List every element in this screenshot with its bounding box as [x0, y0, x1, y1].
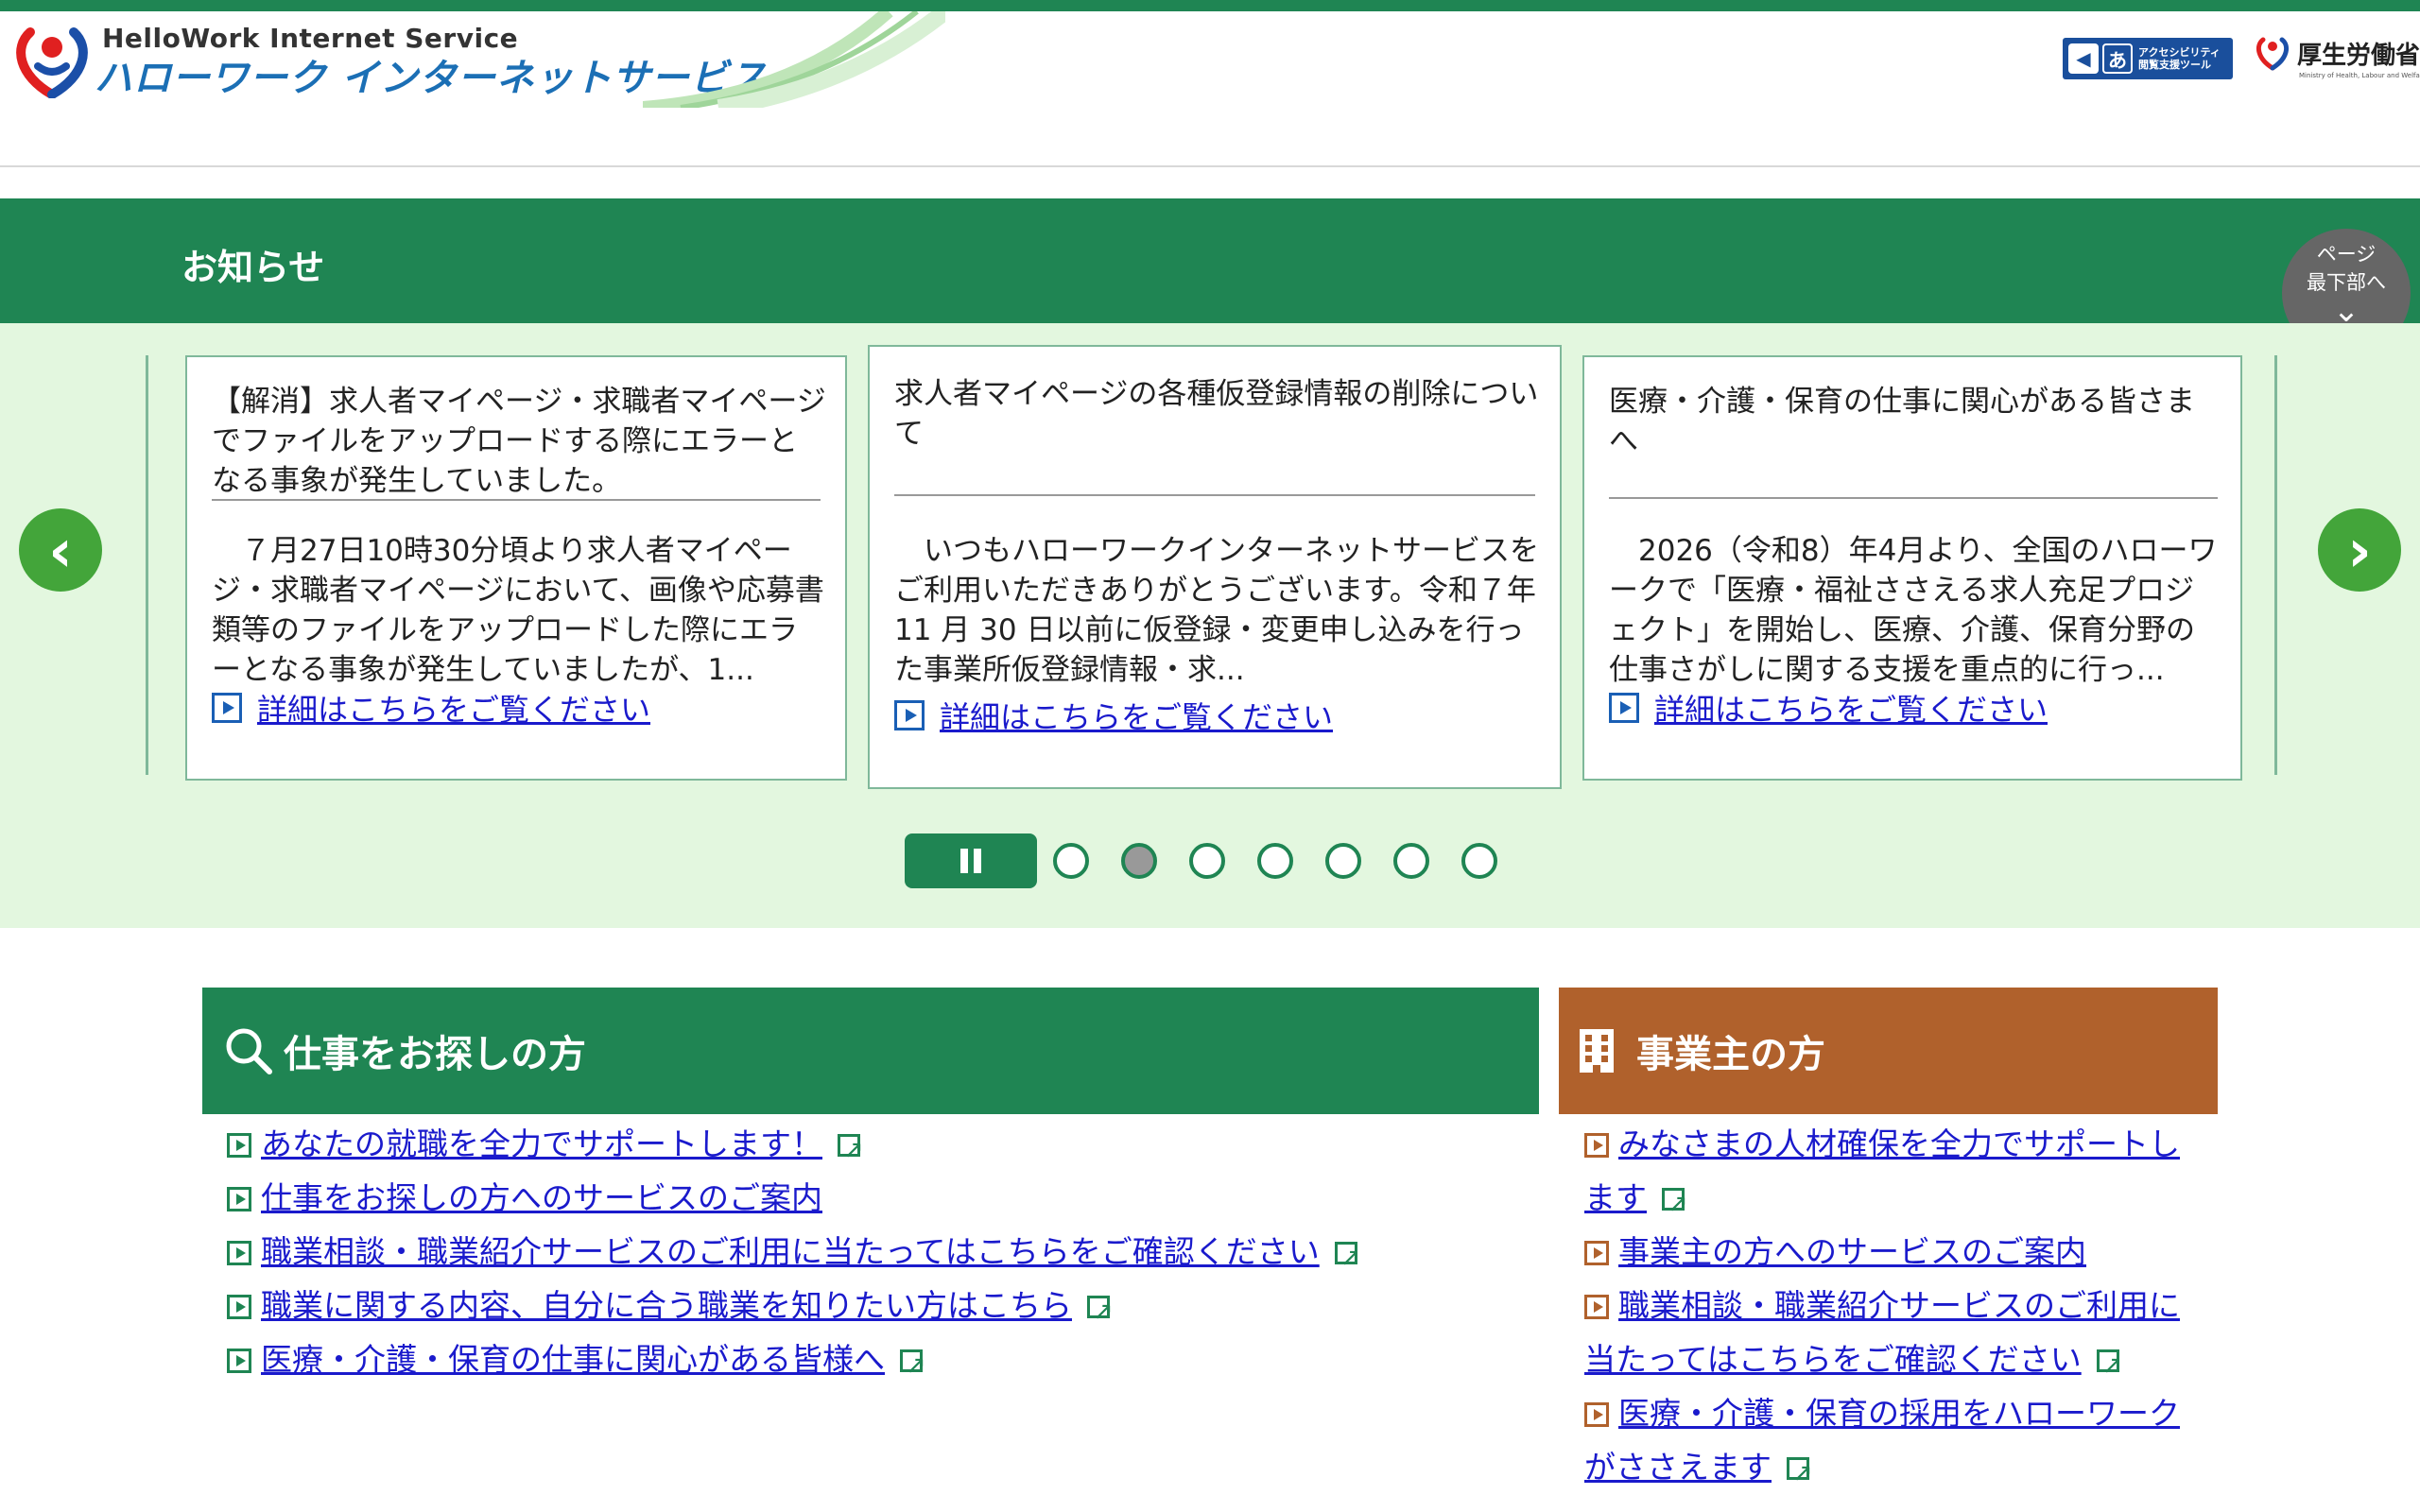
detail-link-text: 詳細はこちらをご覧ください: [257, 692, 651, 728]
news-section-title: お知らせ: [182, 247, 325, 288]
pause-icon-bar: [974, 849, 981, 873]
mhlw-english-name: Ministry of Health, Labour and Welfare: [2299, 72, 2420, 79]
play-icon: [227, 1133, 251, 1158]
jobseeker-section-title: 仕事をお探しの方: [284, 1033, 586, 1076]
play-icon: [1609, 693, 1639, 723]
news-card-title[interactable]: 医療・介護・保育の仕事に関心がある皆さまへ: [1609, 382, 2223, 461]
news-card-body: 2026（令和8）年4月より、全国のハローワークで「医療・福祉ささえる求人充足プ…: [1609, 534, 2218, 687]
logo-swoosh-decoration: [643, 11, 945, 108]
top-accent-bar: [0, 0, 2420, 11]
mhlw-name: 厚生労働省: [2297, 41, 2420, 70]
accessibility-tool-button[interactable]: ◀ あ アクセシビリティ 閲覧支援ツール: [2063, 38, 2233, 79]
header-divider: [0, 165, 2420, 167]
carousel-next-button[interactable]: ›: [2318, 508, 2401, 592]
employer-section-header: 事業主の方: [1559, 988, 2218, 1114]
external-link-icon: [2096, 1339, 2123, 1393]
employer-link-text: 職業相談・職業紹介サービスのご利用に当たってはこちらをご確認ください: [1584, 1287, 2180, 1378]
card-divider: [894, 494, 1535, 496]
news-card-detail-link[interactable]: 詳細はこちらをご覧ください: [1609, 686, 2048, 730]
carousel-dot[interactable]: [1053, 843, 1089, 879]
employer-section-title: 事業主の方: [1636, 1033, 1825, 1076]
building-icon: [1580, 1029, 1614, 1073]
carousel-dot[interactable]: [1121, 843, 1157, 879]
carousel-pause-button[interactable]: [905, 833, 1037, 888]
external-link-icon: [1787, 1447, 1813, 1501]
news-header-band: [0, 198, 2420, 323]
news-card-title[interactable]: 求人者マイページの各種仮登録情報の削除について: [894, 374, 1547, 454]
employer-link-text: 事業主の方へのサービスのご案内: [1618, 1233, 2086, 1270]
employer-link[interactable]: 職業相談・職業紹介サービスのご利用に当たってはこちらをご確認ください: [1584, 1279, 2189, 1393]
search-icon: [226, 1028, 272, 1074]
employer-link[interactable]: みなさまの人材確保を全力でサポートします: [1584, 1117, 2189, 1231]
external-link-icon: [838, 1124, 864, 1177]
play-icon: [1584, 1241, 1609, 1265]
play-icon: [227, 1187, 251, 1211]
accessibility-tool-line1: アクセシビリティ: [2138, 46, 2221, 59]
play-icon: [894, 700, 925, 730]
carousel-dot[interactable]: [1325, 843, 1361, 879]
carousel-dot[interactable]: [1393, 843, 1429, 879]
jobseeker-link[interactable]: 医療・介護・保育の仕事に関心がある皆様へ: [227, 1332, 926, 1393]
employer-link-text: 医療・介護・保育の採用をハローワークがささえます: [1584, 1395, 2180, 1486]
employer-link[interactable]: 事業主の方へのサービスのご案内: [1584, 1225, 2189, 1279]
accessibility-tool-label: アクセシビリティ 閲覧支援ツール: [2138, 46, 2221, 71]
detail-link-text: 詳細はこちらをご覧ください: [1654, 692, 2048, 728]
jobseeker-link[interactable]: あなたの就職を全力でサポートします！: [227, 1117, 864, 1177]
external-link-icon: [1334, 1231, 1361, 1285]
play-icon: [227, 1295, 251, 1319]
chevron-left-icon: ‹: [48, 515, 73, 585]
pause-icon-bar: [960, 849, 968, 873]
card-divider: [1609, 497, 2218, 499]
speaker-icon: ◀: [2068, 43, 2099, 74]
carousel-dot[interactable]: [1257, 843, 1293, 879]
play-icon: [1584, 1295, 1609, 1319]
card-divider: [212, 499, 821, 501]
news-card-title[interactable]: 【解消】求人者マイページ・求職者マイページでファイルをアップロードする際にエラー…: [212, 382, 826, 501]
mhlw-emblem-icon: [2256, 37, 2290, 71]
play-icon: [227, 1241, 251, 1265]
news-card-detail-link[interactable]: 詳細はこちらをご覧ください: [212, 686, 650, 730]
jobseeker-link[interactable]: 仕事をお探しの方へのサービスのご案内: [227, 1171, 822, 1225]
carousel-dot[interactable]: [1461, 843, 1497, 879]
jobseeker-link-text: 職業に関する内容、自分に合う職業を知りたい方はこちら: [261, 1287, 1072, 1324]
accessibility-tool-line2: 閲覧支援ツール: [2138, 59, 2211, 71]
carousel-dot[interactable]: [1189, 843, 1225, 879]
news-card-body: ７月27日10時30分頃より求人者マイページ・求職者マイページにおいて、画像や応…: [212, 534, 824, 687]
jobseeker-link-text: 職業相談・職業紹介サービスのご利用に当たってはこちらをご確認ください: [261, 1233, 1320, 1270]
prev-card-edge: [146, 355, 148, 775]
page-bottom-label-line1: ページ: [2316, 243, 2377, 266]
news-card-body: いつもハローワークインターネットサービスをご利用いただきありがとうございます。令…: [894, 534, 1539, 687]
play-icon: [1584, 1402, 1609, 1427]
play-icon: [1584, 1133, 1609, 1158]
external-link-icon: [1087, 1285, 1114, 1339]
play-icon: [227, 1349, 251, 1373]
jobseeker-link-text: 医療・介護・保育の仕事に関心がある皆様へ: [261, 1341, 885, 1378]
mhlw-logo-link[interactable]: 厚生労働省 Ministry of Health, Labour and Wel…: [2254, 34, 2420, 79]
news-card-detail-link[interactable]: 詳細はこちらをご覧ください: [894, 694, 1333, 737]
detail-link-text: 詳細はこちらをご覧ください: [940, 699, 1334, 735]
external-link-icon: [1662, 1177, 1688, 1231]
next-card-edge: [2274, 355, 2277, 775]
jobseeker-link[interactable]: 職業相談・職業紹介サービスのご利用に当たってはこちらをご確認ください: [227, 1225, 1361, 1285]
chevron-right-icon: ›: [2347, 515, 2372, 585]
carousel-prev-button[interactable]: ‹: [19, 508, 102, 592]
hiragana-a-icon: あ: [2102, 43, 2133, 74]
jobseeker-section-header: 仕事をお探しの方: [202, 988, 1539, 1114]
jobseeker-link[interactable]: 職業に関する内容、自分に合う職業を知りたい方はこちら: [227, 1279, 1114, 1339]
chevron-down-icon: ⌄: [2332, 292, 2360, 330]
play-icon: [212, 693, 242, 723]
jobseeker-link-text: あなたの就職を全力でサポートします！: [261, 1125, 822, 1162]
jobseeker-link-text: 仕事をお探しの方へのサービスのご案内: [261, 1179, 822, 1216]
hellowork-logo-icon[interactable]: [9, 19, 95, 98]
external-link-icon: [900, 1339, 926, 1393]
employer-link[interactable]: 医療・介護・保育の採用をハローワークがささえます: [1584, 1386, 2189, 1501]
